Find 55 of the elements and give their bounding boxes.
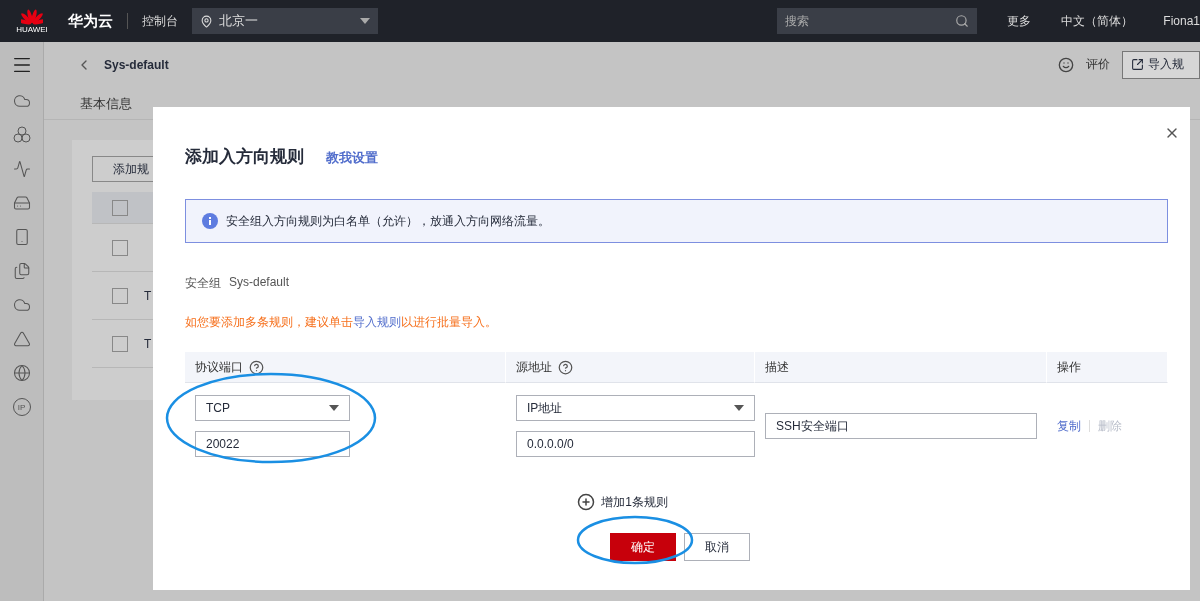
column-label: 描述 [765, 358, 789, 376]
column-label: 源地址 [516, 358, 552, 376]
cancel-button[interactable]: 取消 [683, 533, 750, 561]
source-type-select[interactable]: IP地址 [516, 395, 755, 421]
files-icon[interactable] [12, 262, 31, 280]
pin-icon [200, 14, 213, 28]
column-label: 协议端口 [195, 358, 243, 376]
drive-icon[interactable] [12, 194, 31, 212]
cloud-icon[interactable] [12, 92, 31, 110]
info-icon [202, 213, 218, 229]
circles-icon[interactable] [12, 126, 31, 144]
import-link[interactable]: 导入规则 [353, 315, 401, 329]
source-field[interactable]: 0.0.0.0/0 [516, 431, 755, 457]
flower-icon [21, 8, 43, 25]
import-icon [1131, 58, 1144, 71]
checkbox[interactable] [112, 335, 128, 352]
search-icon [955, 14, 970, 28]
triangle-icon[interactable] [12, 330, 31, 348]
page-title: Sys-default [104, 57, 169, 72]
wave-icon[interactable] [12, 160, 31, 178]
region-select[interactable]: 北京一 [192, 8, 378, 34]
help-icon[interactable] [249, 359, 264, 375]
smile-icon[interactable] [1058, 56, 1074, 73]
feedback-link[interactable]: 评价 [1086, 56, 1110, 73]
port-field[interactable]: 20022 [195, 431, 350, 457]
group-value: Sys-default [229, 275, 290, 291]
description-field[interactable]: SSH安全端口 [765, 413, 1037, 439]
top-link[interactable]: 更多 [1007, 12, 1032, 30]
column-label: 操作 [1057, 358, 1081, 376]
cloud-icon[interactable] [12, 296, 31, 314]
console-link[interactable]: 控制台 [142, 12, 178, 30]
table-cell: T [144, 336, 152, 351]
hint-text: 如您要添加多条规则，建议单击导入规则以进行批量导入。 [185, 314, 498, 331]
checkbox[interactable] [112, 199, 128, 216]
checkbox[interactable] [112, 287, 128, 304]
top-link[interactable]: 中文（简体） [1061, 12, 1134, 30]
tab[interactable]: 基本信息 [80, 95, 132, 120]
confirm-button[interactable]: 确定 [609, 533, 676, 561]
add-rule-link[interactable]: 增加1条规则 [601, 493, 668, 511]
globe-icon[interactable] [12, 364, 31, 382]
brand-name: 华为云 [68, 11, 113, 31]
plus-icon[interactable] [577, 493, 596, 511]
help-link[interactable]: 教我设置 [326, 149, 378, 167]
help-icon[interactable] [558, 359, 573, 375]
search-field[interactable]: 搜索 [777, 8, 978, 34]
group-label: 安全组 [185, 275, 221, 292]
protocol-select[interactable]: TCP [195, 395, 350, 421]
info-text: 安全组入方向规则为白名单（允许），放通入方向网络流量。 [226, 212, 550, 230]
table-cell: T [144, 288, 152, 303]
checkbox[interactable] [112, 239, 128, 256]
logo-text: HUAWEI [16, 24, 48, 34]
top-link[interactable]: Fiona1 [1163, 14, 1200, 28]
import-button[interactable]: 导入规 [1122, 50, 1200, 79]
action-link[interactable]: 复制 [1057, 417, 1081, 435]
logo[interactable]: HUAWEI [10, 8, 54, 34]
